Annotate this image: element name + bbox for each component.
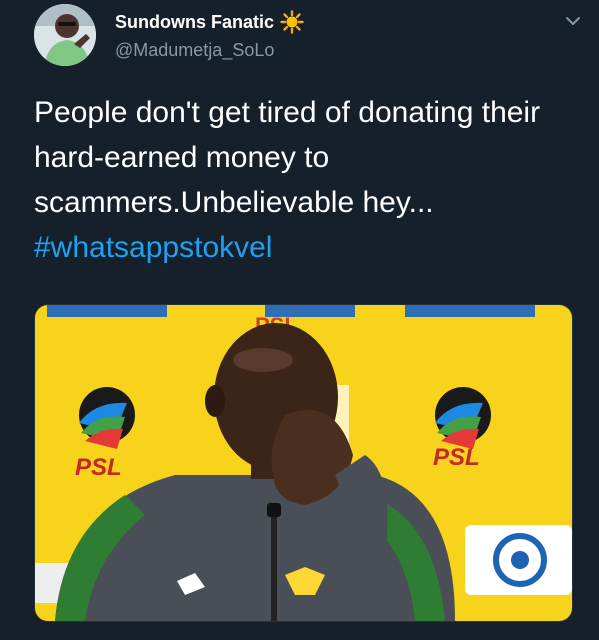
sun-emoji-icon bbox=[280, 10, 304, 34]
tweet-media-image[interactable]: PSL PSL PSL bbox=[34, 304, 573, 622]
author-names: Sundowns Fanatic @Madumetja_SoLo bbox=[115, 10, 304, 61]
chevron-down-icon[interactable] bbox=[562, 10, 584, 32]
svg-text:PSL: PSL bbox=[75, 454, 122, 481]
tweet-body: People don't get tired of donating their… bbox=[34, 90, 579, 270]
avatar[interactable] bbox=[34, 4, 96, 66]
tweet-header: Sundowns Fanatic @Madumetja_SoLo bbox=[34, 4, 584, 74]
sponsor-logo-right bbox=[465, 525, 572, 595]
hashtag-link[interactable]: #whatsappstokvel bbox=[34, 225, 579, 270]
tweet-text: People don't get tired of donating their… bbox=[34, 96, 541, 219]
svg-text:PSL: PSL bbox=[433, 444, 480, 471]
display-name[interactable]: Sundowns Fanatic bbox=[115, 12, 274, 33]
tweet-card: Sundowns Fanatic @Madumetja_SoLo People … bbox=[0, 0, 599, 640]
display-name-row: Sundowns Fanatic bbox=[115, 10, 304, 34]
author-handle[interactable]: @Madumetja_SoLo bbox=[115, 40, 304, 61]
